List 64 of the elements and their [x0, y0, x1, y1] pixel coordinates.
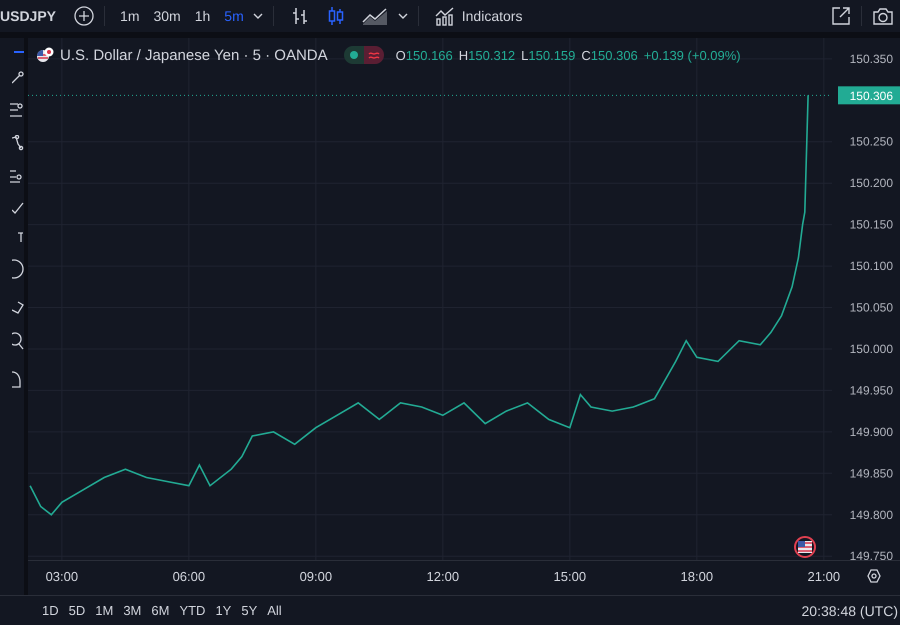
price-label: 150.350	[850, 52, 893, 66]
flag-icon[interactable]	[794, 536, 816, 558]
range-button[interactable]: 1Y	[211, 601, 236, 620]
time-label: 06:00	[172, 569, 206, 584]
range-button[interactable]: YTD	[175, 601, 210, 620]
price-label: 150.050	[850, 300, 893, 315]
cursor-tool-icon[interactable]	[14, 50, 24, 54]
clock[interactable]: 20:38:48 (UTC)	[802, 602, 898, 618]
price-label: 150.000	[850, 342, 893, 356]
pattern-tool-icon[interactable]	[12, 135, 24, 151]
price-label: 150.100	[850, 259, 893, 274]
price-label: 150.250	[850, 134, 893, 149]
ohlc-label: O	[396, 48, 406, 62]
ohlc-value: 150.159	[528, 48, 576, 62]
price-label: 149.850	[850, 466, 893, 480]
circle-tool-icon[interactable]	[12, 259, 24, 279]
price-label: 149.800	[850, 508, 893, 522]
price-label: 149.950	[850, 383, 893, 398]
chevron-icon[interactable]	[252, 13, 263, 19]
camera-icon[interactable]	[872, 6, 894, 26]
fib-tool-icon[interactable]	[10, 102, 24, 118]
chevron-icon[interactable]	[398, 13, 408, 19]
ohlc-label: C	[581, 48, 591, 62]
interval-button[interactable]: 1m	[115, 4, 144, 28]
zoom-icon[interactable]	[12, 331, 24, 351]
chart-bars-icon	[434, 6, 456, 26]
last-price-badge: 150.306	[838, 86, 900, 104]
add-icon[interactable]	[74, 6, 94, 26]
text-tool-icon[interactable]	[18, 232, 24, 242]
interval-button[interactable]: 30m	[148, 4, 186, 28]
ohlc-value: 150.312	[468, 48, 516, 62]
price-label: 150.200	[850, 176, 893, 190]
indicators-button[interactable]: Indicators	[428, 2, 528, 30]
price-change: +0.139 (+0.09%)	[644, 48, 741, 62]
range-button[interactable]: 3M	[119, 601, 146, 620]
trend-line-icon[interactable]	[12, 71, 24, 85]
time-label: 15:00	[554, 569, 586, 584]
data-delay-icon	[364, 46, 384, 64]
range-button[interactable]: 1D	[38, 601, 63, 620]
interval-button[interactable]: 5m	[219, 4, 249, 28]
range-button[interactable]: 5Y	[237, 601, 262, 620]
range-button[interactable]: All	[263, 601, 286, 620]
time-label: 18:00	[680, 569, 714, 584]
range-button[interactable]: 5D	[64, 601, 90, 620]
ohlc-label: L	[521, 48, 528, 62]
settings-icon[interactable]	[867, 569, 881, 583]
price-label: 150.150	[850, 218, 893, 232]
price-label: 149.750	[850, 549, 893, 564]
ohlc-label: H	[458, 48, 468, 62]
time-label: 03:00	[46, 569, 78, 584]
range-button[interactable]: 6M	[147, 601, 174, 620]
forecast-tool-icon[interactable]	[10, 168, 24, 184]
time-label: 09:00	[300, 569, 332, 584]
popout-icon[interactable]	[831, 6, 851, 26]
symbol-title[interactable]: U.S. Dollar / Japanese Yen · 5 · OANDA	[60, 46, 328, 64]
range-button[interactable]: 1M	[91, 601, 118, 620]
flag-icon	[36, 47, 54, 63]
time-label: 21:00	[808, 569, 840, 584]
symbol-name[interactable]: USDJPY	[0, 8, 70, 24]
time-label: 12:00	[426, 569, 460, 584]
ohlc-value: 150.166	[406, 48, 453, 62]
interval-button[interactable]: 1h	[190, 4, 216, 28]
price-label: 149.900	[850, 424, 893, 439]
ohlc-value: 150.306	[590, 48, 638, 62]
